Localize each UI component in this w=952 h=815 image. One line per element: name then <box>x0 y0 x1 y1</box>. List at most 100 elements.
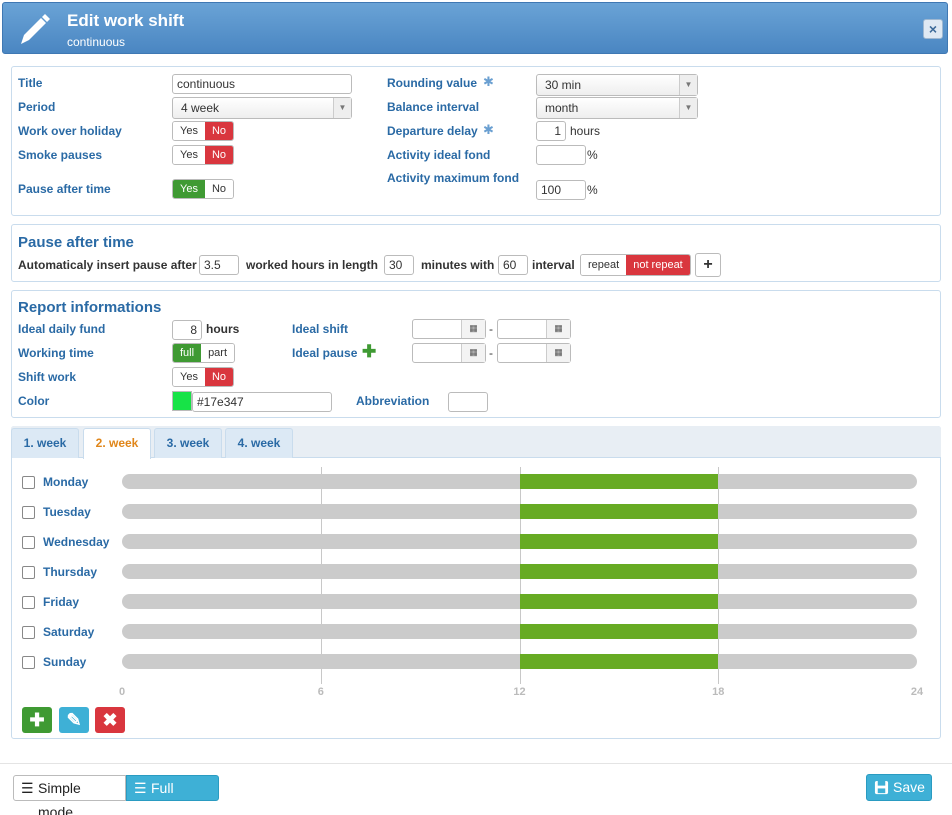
day-checkbox[interactable] <box>22 596 35 609</box>
work-over-holiday-no[interactable]: No <box>204 122 234 140</box>
activity-maximum-fond-label: Activity maximum fond <box>387 171 520 185</box>
day-checkbox[interactable] <box>22 506 35 519</box>
day-checkbox[interactable] <box>22 566 35 579</box>
calendar-icon[interactable]: ▦ <box>546 320 570 338</box>
delete-shift-button[interactable]: ✖ <box>95 707 125 733</box>
shift-segment[interactable] <box>519 474 719 489</box>
title-input[interactable] <box>172 74 352 94</box>
shift-segment[interactable] <box>519 534 719 549</box>
work-over-holiday-yes[interactable]: Yes <box>173 122 205 140</box>
day-checkbox[interactable] <box>22 626 35 639</box>
timeline-bar-friday[interactable] <box>122 594 917 609</box>
save-button[interactable]: Save <box>866 774 932 801</box>
abbreviation-input[interactable] <box>448 392 488 412</box>
day-checkbox[interactable] <box>22 536 35 549</box>
pause-after-time-no[interactable]: No <box>204 180 234 198</box>
list-icon: ☰ <box>21 780 34 796</box>
ideal-pause-from[interactable]: ▦ <box>412 343 486 363</box>
timeline-bar-sunday[interactable] <box>122 654 917 669</box>
day-name: Monday <box>43 475 89 489</box>
edit-shift-button[interactable]: ✎ <box>59 707 89 733</box>
balance-interval-select-value: month <box>545 101 579 115</box>
departure-delay-input[interactable] <box>536 121 566 141</box>
calendar-icon[interactable]: ▦ <box>461 344 485 362</box>
shift-segment[interactable] <box>519 594 719 609</box>
chevron-down-icon: ▼ <box>679 75 697 95</box>
smoke-pauses-yes[interactable]: Yes <box>173 146 205 164</box>
working-time-label: Working time <box>18 346 94 360</box>
day-name: Sunday <box>43 655 87 669</box>
rounding-value-select[interactable]: 30 min ▼ <box>536 74 698 96</box>
ideal-daily-fund-unit: hours <box>206 322 240 336</box>
plus-icon: ✚ <box>29 710 45 730</box>
working-time-full[interactable]: full <box>173 344 202 362</box>
shift-segment[interactable] <box>519 624 719 639</box>
shift-work-no[interactable]: No <box>204 368 234 386</box>
pause-after-time-toggle[interactable]: Yes No <box>172 179 235 199</box>
not-repeat-option[interactable]: not repeat <box>626 255 690 275</box>
calendar-icon[interactable]: ▦ <box>461 320 485 338</box>
abbreviation-label: Abbreviation <box>356 394 430 408</box>
balance-interval-label: Balance interval <box>387 100 480 114</box>
tab-week-4[interactable]: 4. week <box>225 428 293 458</box>
ideal-pause-dash: - <box>489 346 493 360</box>
smoke-pauses-toggle[interactable]: Yes No <box>172 145 235 165</box>
day-name: Saturday <box>43 625 95 639</box>
activity-ideal-fond-input[interactable] <box>536 145 586 165</box>
period-select[interactable]: 4 week ▼ <box>172 97 352 119</box>
day-checkbox[interactable] <box>22 476 35 489</box>
list-icon: ☰ <box>134 780 147 796</box>
ideal-daily-fund-input[interactable] <box>172 320 202 340</box>
timeline-bar-saturday[interactable] <box>122 624 917 639</box>
working-time-part[interactable]: part <box>201 344 235 362</box>
pause-after-time-panel <box>11 224 941 282</box>
plus-icon[interactable]: ✚ <box>362 342 376 362</box>
timeline-bar-monday[interactable] <box>122 474 917 489</box>
day-name: Tuesday <box>43 505 91 519</box>
activity-maximum-fond-input[interactable] <box>536 180 586 200</box>
ideal-shift-to[interactable]: ▦ <box>497 319 571 339</box>
pause-after-input[interactable] <box>199 255 239 275</box>
tab-week-2[interactable]: 2. week <box>83 428 151 459</box>
color-input[interactable] <box>192 392 332 412</box>
week-tabs: 1. week 2. week 3. week 4. week <box>11 426 941 459</box>
pause-after-time-yes[interactable]: Yes <box>173 180 205 198</box>
tab-week-1[interactable]: 1. week <box>11 428 79 458</box>
work-over-holiday-toggle[interactable]: Yes No <box>172 121 235 141</box>
full-mode-button[interactable]: ☰ Full mode <box>126 775 219 815</box>
percent-sign: % <box>587 183 598 197</box>
repeat-option[interactable]: repeat <box>581 255 627 275</box>
period-select-value: 4 week <box>181 101 220 115</box>
ideal-pause-to[interactable]: ▦ <box>497 343 571 363</box>
balance-interval-select[interactable]: month ▼ <box>536 97 698 119</box>
simple-mode-button[interactable]: ☰ Simple mode <box>13 775 126 815</box>
shift-work-toggle[interactable]: Yes No <box>172 367 235 387</box>
day-name: Friday <box>43 595 80 609</box>
timeline-bar-tuesday[interactable] <box>122 504 917 519</box>
smoke-pauses-no[interactable]: No <box>204 146 234 164</box>
close-button[interactable]: × <box>923 19 943 39</box>
departure-delay-unit: hours <box>570 124 601 138</box>
calendar-icon[interactable]: ▦ <box>546 344 570 362</box>
pause-interval-input[interactable] <box>498 255 528 275</box>
pause-length-input[interactable] <box>384 255 414 275</box>
ideal-shift-label: Ideal shift <box>292 322 349 336</box>
add-pause-button[interactable]: + <box>695 253 721 277</box>
work-over-holiday-label: Work over holiday <box>18 124 122 138</box>
ideal-shift-from[interactable]: ▦ <box>412 319 486 339</box>
shift-segment[interactable] <box>519 504 719 519</box>
working-time-toggle[interactable]: full part <box>172 343 236 363</box>
full-mode-label: Full mode <box>151 780 187 815</box>
add-shift-button[interactable]: ✚ <box>22 707 52 733</box>
color-swatch[interactable] <box>172 391 192 411</box>
repeat-toggle[interactable]: repeat not repeat <box>580 254 691 276</box>
timeline-bar-wednesday[interactable] <box>122 534 917 549</box>
asterisk-icon: ✱ <box>483 74 494 89</box>
shift-segment[interactable] <box>519 654 719 669</box>
shift-segment[interactable] <box>519 564 719 579</box>
tab-week-3[interactable]: 3. week <box>154 428 222 458</box>
timeline-bar-thursday[interactable] <box>122 564 917 579</box>
floppy-disk-icon <box>874 780 889 795</box>
day-checkbox[interactable] <box>22 656 35 669</box>
shift-work-yes[interactable]: Yes <box>173 368 205 386</box>
